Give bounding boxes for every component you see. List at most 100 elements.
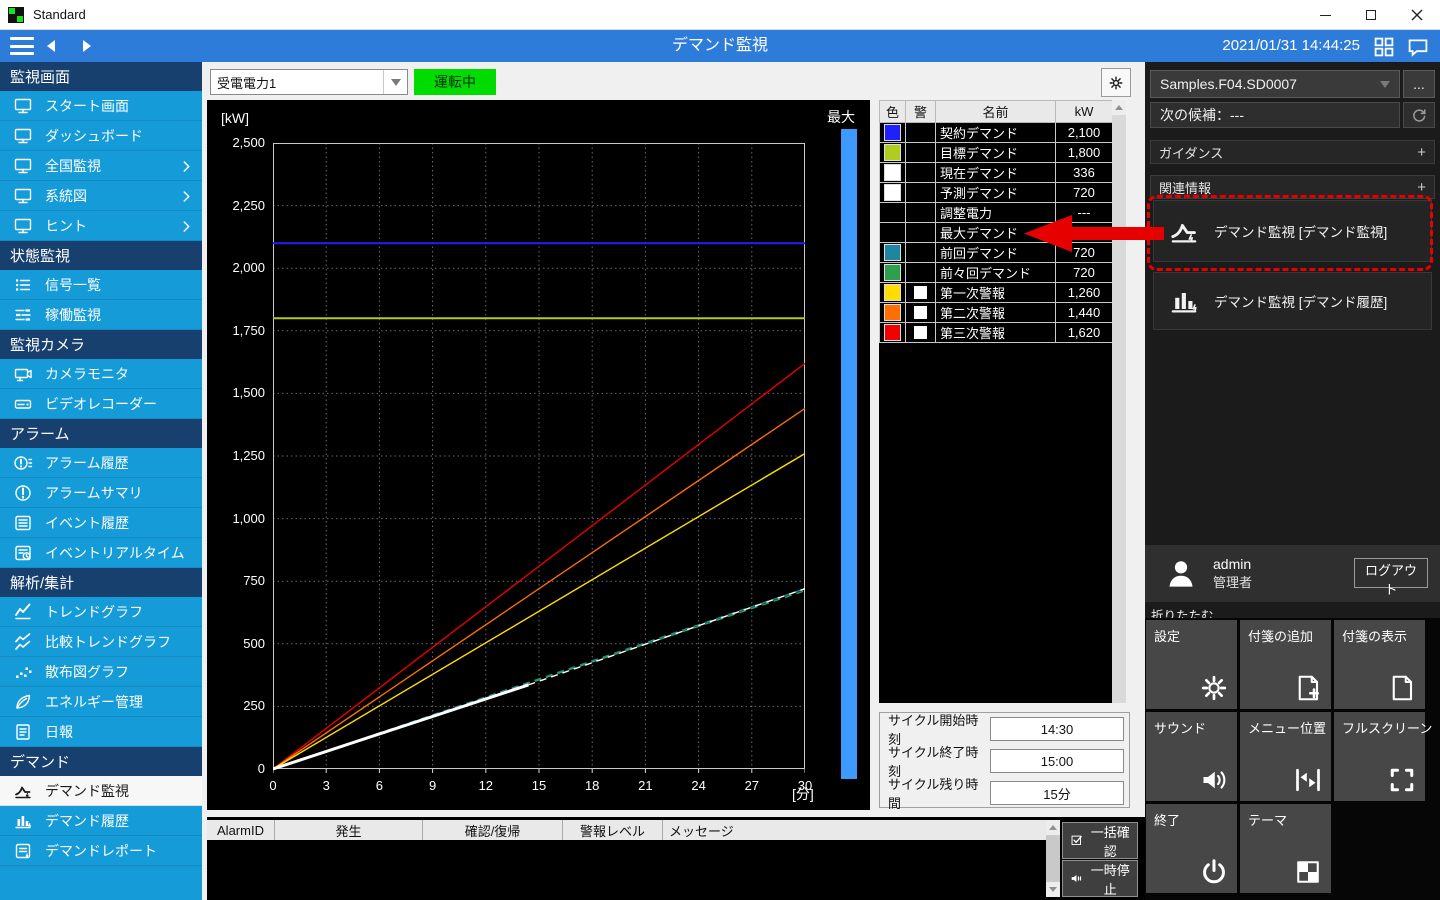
alarm-checkbox[interactable] [914, 286, 927, 299]
alarm-checkbox[interactable] [914, 326, 927, 339]
y-tick-label: 1,250 [209, 447, 265, 465]
minimize-button[interactable] [1302, 0, 1348, 30]
sidebar-item[interactable]: デマンド履歴 [0, 806, 202, 836]
related-item[interactable]: デマンド監視 [デマンド監視] [1153, 200, 1432, 262]
chart-settings-button[interactable] [1101, 68, 1131, 97]
sidebar-item[interactable]: イベント履歴 [0, 508, 202, 538]
related-items-list: デマンド監視 [デマンド監視] デマンド監視 [デマンド履歴] [1153, 200, 1432, 340]
alarm-header-cell[interactable]: 確認/復帰 [423, 820, 563, 840]
legend-row[interactable]: 最大デマンド884 [880, 223, 1113, 243]
scroll-down-button[interactable] [1046, 882, 1060, 897]
sidebar-item-label: イベント履歴 [45, 513, 129, 533]
sidebar-item[interactable]: カメラモニタ [0, 359, 202, 389]
sidebar-item-label: エネルギー管理 [45, 692, 143, 712]
chevron-down-icon [1380, 81, 1390, 88]
sidebar-item[interactable]: エネルギー管理 [0, 687, 202, 717]
triangle-up-icon [1049, 825, 1057, 830]
sidebar-item[interactable]: 散布図グラフ [0, 657, 202, 687]
user-section: admin 管理者 ログアウト [1145, 545, 1440, 602]
alarm-header-cell[interactable]: AlarmID [207, 820, 275, 840]
cycle-value: 15:00 [990, 749, 1124, 773]
alarm-scrollbar[interactable] [1046, 820, 1060, 897]
mute-icon [1070, 870, 1084, 887]
tile-gear[interactable]: 設定 [1146, 620, 1237, 709]
legend-row[interactable]: 第二次警報1,440 [880, 303, 1113, 323]
sidebar-item[interactable]: ダッシュボード [0, 121, 202, 151]
legend-row[interactable]: 前回デマンド720 [880, 243, 1113, 263]
related-item[interactable]: デマンド監視 [デマンド履歴] [1153, 272, 1432, 330]
tag-selector-dropdown[interactable]: Samples.F04.SD0007 [1150, 70, 1400, 98]
alarm-checkbox[interactable] [914, 306, 927, 319]
tile-theme[interactable]: テーマ [1240, 804, 1331, 893]
tile-label: メニュー位置 [1248, 718, 1326, 737]
tile-note[interactable]: 付箋の表示 [1334, 620, 1425, 709]
logout-button[interactable]: ログアウト [1354, 558, 1428, 588]
legend-name: 調整電力 [936, 203, 1056, 223]
chart-plot-area [273, 143, 805, 775]
sidebar-item[interactable]: 全国監視 [0, 151, 202, 181]
alarm-header-cell[interactable]: メッセージ [663, 820, 1046, 840]
sidebar-item[interactable]: 日報 [0, 717, 202, 747]
sidebar-item[interactable]: アラームサマリ [0, 478, 202, 508]
sidebar-item[interactable]: 系統図 [0, 181, 202, 211]
confirm-all-button[interactable]: 一括確認 [1062, 822, 1138, 859]
sidebar-item[interactable]: デマンド監視 [0, 776, 202, 806]
maximize-button[interactable] [1348, 0, 1394, 30]
dropdown-button[interactable] [383, 70, 407, 94]
expand-plus-icon[interactable]: + [1417, 144, 1426, 161]
guidance-section-header[interactable]: ガイダンス + [1150, 140, 1435, 164]
sidebar-item[interactable]: 稼働監視 [0, 300, 202, 330]
check-all-icon [1070, 832, 1084, 849]
legend-row[interactable]: 調整電力--- [880, 203, 1113, 223]
tile-label: サウンド [1154, 718, 1206, 737]
tile-power[interactable]: 終了 [1146, 804, 1237, 893]
sidebar-item[interactable]: スタート画面 [0, 91, 202, 121]
scroll-up-button[interactable] [1046, 820, 1060, 835]
legend-row[interactable]: 契約デマンド2,100 [880, 123, 1113, 143]
sidebar-item-label: アラームサマリ [45, 483, 143, 503]
alarm-header-cell[interactable]: 警報レベル [563, 820, 663, 840]
tag-more-button[interactable]: ... [1403, 70, 1435, 98]
legend-row[interactable]: 現在デマンド336 [880, 163, 1113, 183]
legend-row[interactable]: 第三次警報1,620 [880, 323, 1113, 343]
related-item-label: デマンド監視 [デマンド監視] [1214, 221, 1387, 241]
legend-row[interactable]: 前々回デマンド720 [880, 263, 1113, 283]
expand-plus-icon[interactable]: + [1417, 179, 1426, 196]
legend-row[interactable]: 第一次警報1,260 [880, 283, 1113, 303]
trend-icon [13, 602, 33, 622]
legend-row[interactable]: 目標デマンド1,800 [880, 143, 1113, 163]
sidebar-item[interactable]: デマンドレポート [0, 836, 202, 866]
cycle-row: サイクル残り時間15分 [888, 781, 1124, 805]
tile-fullscreen[interactable]: フルスクリーン [1334, 712, 1425, 801]
legend-row[interactable]: 予測デマンド720 [880, 183, 1113, 203]
legend-scrollbar[interactable] [1112, 100, 1126, 703]
sidebar-item[interactable]: 信号一覧 [0, 270, 202, 300]
tile-menu-position[interactable]: メニュー位置 [1240, 712, 1331, 801]
demand-chart-panel: [kW] 最大 [分] 2,5002,2502,0001,7501,5001,2… [207, 100, 870, 810]
sidebar-item[interactable]: アラーム履歴 [0, 448, 202, 478]
demand-watch-icon [13, 781, 33, 801]
alarm-header-cell[interactable]: 発生 [275, 820, 423, 840]
related-info-section-header[interactable]: 関連情報 + [1150, 175, 1435, 199]
signal-selector-dropdown[interactable]: 受電電力1 [210, 69, 408, 95]
sidebar-item[interactable]: 比較トレンドグラフ [0, 627, 202, 657]
sidebar-item[interactable]: トレンドグラフ [0, 597, 202, 627]
chevron-right-icon [179, 159, 194, 174]
close-button[interactable] [1394, 0, 1440, 30]
tile-speaker[interactable]: サウンド [1146, 712, 1237, 801]
sidebar-item[interactable]: ヒント [0, 211, 202, 241]
legend-kw-value: 884 [1056, 223, 1113, 243]
apps-grid-button[interactable] [1372, 35, 1396, 59]
series-line [273, 685, 528, 769]
pause-button[interactable]: 一時停止 [1062, 860, 1138, 897]
event-realtime-icon [13, 543, 33, 563]
y-tick-label: 1,500 [209, 384, 265, 402]
scroll-up-button[interactable] [1112, 100, 1126, 115]
refresh-button[interactable] [1403, 102, 1435, 128]
sidebar-item[interactable]: ビデオレコーダー [0, 389, 202, 419]
main-content: 受電電力1 運転中 [kW] 最大 [分] 2,5002,2502,0001,7… [202, 62, 1145, 900]
legend-kw-value: --- [1056, 203, 1113, 223]
sidebar-item[interactable]: イベントリアルタイム [0, 538, 202, 568]
tile-note-add[interactable]: 付箋の追加 [1240, 620, 1331, 709]
message-button[interactable] [1406, 35, 1430, 59]
